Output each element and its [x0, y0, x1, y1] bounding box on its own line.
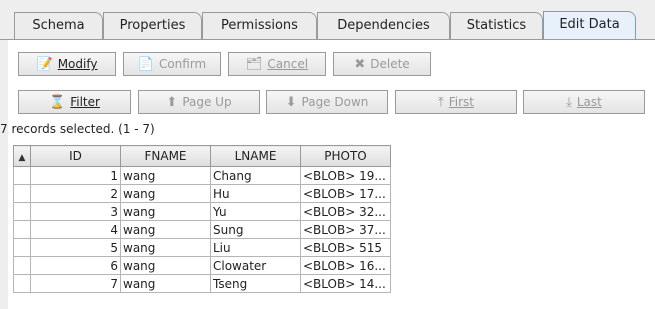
id-cell[interactable]: 3 — [30, 202, 121, 221]
row-header[interactable] — [13, 202, 31, 221]
records-status: 7 records selected. (1 - 7) — [0, 122, 155, 136]
id-cell[interactable]: 5 — [30, 238, 121, 257]
fname-cell[interactable]: wang — [120, 256, 211, 275]
tab-statistics[interactable]: Statistics — [450, 12, 543, 39]
id-cell[interactable]: 1 — [30, 166, 121, 185]
fname-cell[interactable]: wang — [120, 220, 211, 239]
cancel-icon: 🗂 — [245, 56, 263, 72]
column-photo[interactable]: PHOTO — [300, 145, 391, 167]
delete-icon: ✖ — [354, 56, 366, 72]
fname-cell[interactable]: wang — [120, 274, 211, 293]
modify-button[interactable]: 📝 Modify — [18, 52, 116, 76]
lname-cell[interactable]: Liu — [210, 238, 301, 257]
tab-permissions[interactable]: Permissions — [202, 12, 317, 39]
row-header[interactable] — [13, 220, 31, 239]
page-up-button[interactable]: ⬆ Page Up — [138, 90, 260, 114]
last-label: Last — [576, 95, 602, 109]
tab-bar: Schema Properties Permissions Dependenci… — [0, 0, 655, 40]
table-row[interactable]: 1 wang Chang <BLOB> 19... — [13, 166, 391, 185]
lname-cell[interactable]: Chang — [210, 166, 301, 185]
modify-label: Modify — [57, 57, 98, 71]
lname-cell[interactable]: Clowater — [210, 256, 301, 275]
column-fname[interactable]: FNAME — [120, 145, 211, 167]
table-row[interactable]: 6 wang Clowater <BLOB> 16... — [13, 256, 391, 275]
column-lname[interactable]: LNAME — [210, 145, 301, 167]
id-cell[interactable]: 7 — [30, 274, 121, 293]
lname-cell[interactable]: Yu — [210, 202, 301, 221]
tab-dependencies[interactable]: Dependencies — [317, 12, 450, 39]
confirm-icon: 📄 — [137, 56, 154, 72]
delete-label: Delete — [370, 57, 410, 71]
photo-cell[interactable]: <BLOB> 515 — [300, 238, 391, 257]
page-down-button[interactable]: ⬇ Page Down — [266, 90, 388, 114]
column-id[interactable]: ID — [30, 145, 121, 167]
row-header[interactable] — [13, 256, 31, 275]
page-down-label: Page Down — [301, 95, 369, 109]
fname-cell[interactable]: wang — [120, 202, 211, 221]
photo-cell[interactable]: <BLOB> 16... — [300, 256, 391, 275]
arrow-up-icon: ⬆ — [166, 94, 178, 110]
tab-edit-data[interactable]: Edit Data — [543, 11, 636, 40]
grid-header-row: ▲ ID FNAME LNAME PHOTO — [13, 145, 391, 167]
photo-cell[interactable]: <BLOB> 14... — [300, 274, 391, 293]
first-label: First — [448, 95, 474, 109]
tab-schema[interactable]: Schema — [14, 12, 103, 39]
cancel-label: Cancel — [267, 57, 309, 71]
last-icon: ⤓ — [566, 94, 572, 110]
table-row[interactable]: 2 wang Hu <BLOB> 17... — [13, 184, 391, 203]
first-button[interactable]: ⤒ First — [395, 90, 517, 114]
page-up-label: Page Up — [182, 95, 232, 109]
lname-cell[interactable]: Tseng — [210, 274, 301, 293]
id-cell[interactable]: 6 — [30, 256, 121, 275]
id-cell[interactable]: 2 — [30, 184, 121, 203]
fname-cell[interactable]: wang — [120, 238, 211, 257]
filter-icon: ⌛ — [49, 94, 66, 110]
tab-properties[interactable]: Properties — [103, 12, 202, 39]
table-row[interactable]: 7 wang Tseng <BLOB> 14... — [13, 274, 391, 293]
photo-cell[interactable]: <BLOB> 37... — [300, 220, 391, 239]
table-row[interactable]: 5 wang Liu <BLOB> 515 — [13, 238, 391, 257]
fname-cell[interactable]: wang — [120, 166, 211, 185]
sort-header[interactable]: ▲ — [13, 145, 31, 167]
arrow-down-icon: ⬇ — [285, 94, 297, 110]
photo-cell[interactable]: <BLOB> 32... — [300, 202, 391, 221]
delete-button[interactable]: ✖ Delete — [333, 52, 431, 76]
photo-cell[interactable]: <BLOB> 19... — [300, 166, 391, 185]
last-button[interactable]: ⤓ Last — [523, 90, 645, 114]
filter-button[interactable]: ⌛ Filter — [18, 90, 131, 114]
id-cell[interactable]: 4 — [30, 220, 121, 239]
lname-cell[interactable]: Sung — [210, 220, 301, 239]
data-grid: ▲ ID FNAME LNAME PHOTO 1 wang Chang <BLO… — [13, 145, 391, 293]
first-icon: ⤒ — [437, 94, 444, 110]
cancel-button[interactable]: 🗂 Cancel — [228, 52, 326, 76]
lname-cell[interactable]: Hu — [210, 184, 301, 203]
table-row[interactable]: 4 wang Sung <BLOB> 37... — [13, 220, 391, 239]
sort-up-icon: ▲ — [18, 153, 26, 163]
pencil-icon: 📝 — [36, 56, 53, 72]
row-header[interactable] — [13, 274, 31, 293]
fname-cell[interactable]: wang — [120, 184, 211, 203]
table-row[interactable]: 3 wang Yu <BLOB> 32... — [13, 202, 391, 221]
confirm-button[interactable]: 📄 Confirm — [123, 52, 221, 76]
filter-label: Filter — [70, 95, 100, 109]
confirm-label: Confirm — [158, 57, 207, 71]
row-header[interactable] — [13, 166, 31, 185]
photo-cell[interactable]: <BLOB> 17... — [300, 184, 391, 203]
row-header[interactable] — [13, 238, 31, 257]
row-header[interactable] — [13, 184, 31, 203]
